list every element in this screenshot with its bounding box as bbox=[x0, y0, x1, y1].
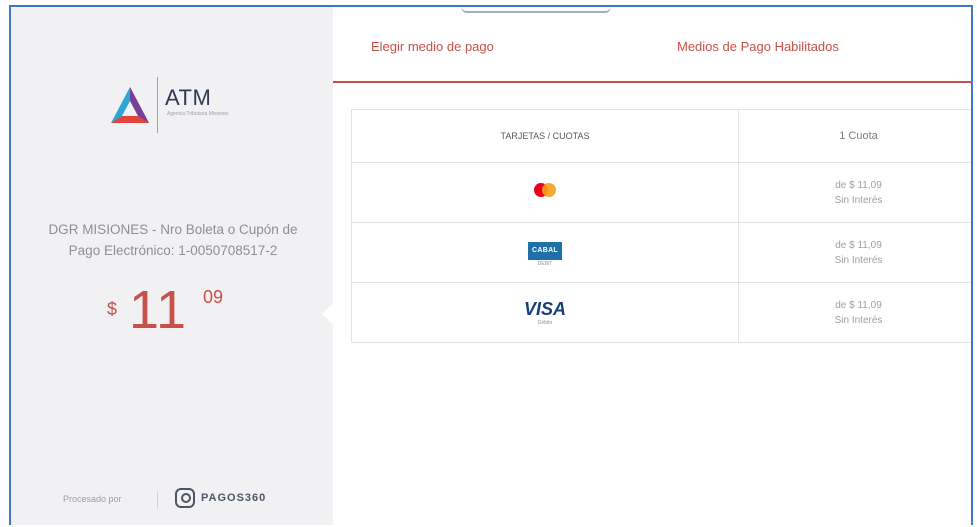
installment-cell: de $ 11,09 Sin Interés bbox=[738, 282, 971, 343]
installment-amount: de $ 11,09 bbox=[835, 239, 882, 251]
installment-amount: de $ 11,09 bbox=[835, 179, 882, 191]
installment-interest: Sin Interés bbox=[834, 254, 883, 266]
atm-logo: ATM Agencia Tributaria Misiones bbox=[109, 77, 249, 135]
cabal-sublabel: DEBIT bbox=[537, 260, 553, 267]
visa-sublabel: Débito bbox=[537, 319, 553, 326]
powered-by-divider bbox=[157, 491, 158, 509]
installment-cell: de $ 11,09 Sin Interés bbox=[738, 162, 971, 223]
payment-window: ATM Agencia Tributaria Misiones DGR MISI… bbox=[9, 5, 973, 525]
mastercard-icon bbox=[534, 183, 556, 197]
table-row[interactable]: VISA Débito de $ 11,09 Sin Interés bbox=[351, 282, 971, 343]
visa-icon: VISA bbox=[523, 298, 566, 319]
card-cell: CABAL DEBIT bbox=[351, 222, 739, 283]
payment-amount: $ 11 09 bbox=[107, 279, 257, 349]
cabal-icon: CABAL bbox=[528, 241, 562, 260]
installment-interest: Sin Interés bbox=[834, 194, 883, 206]
card-cell: VISA Débito bbox=[351, 282, 739, 343]
installment-amount: de $ 11,09 bbox=[835, 299, 882, 311]
tab-choose-payment-method[interactable]: Elegir medio de pago bbox=[371, 39, 494, 54]
card-cell bbox=[351, 162, 739, 223]
table-header-row: TARJETAS / CUOTAS 1 Cuota bbox=[351, 109, 971, 163]
header-one-installment: 1 Cuota bbox=[738, 109, 971, 163]
atm-logo-icon bbox=[111, 87, 149, 123]
powered-by-provider: PAGOS360 bbox=[201, 492, 267, 504]
installment-cell: de $ 11,09 Sin Interés bbox=[738, 222, 971, 283]
payment-summary-sidebar: ATM Agencia Tributaria Misiones DGR MISI… bbox=[11, 7, 333, 525]
header-cards-installments: TARJETAS / CUOTAS bbox=[351, 109, 739, 163]
table-row[interactable]: CABAL DEBIT de $ 11,09 Sin Interés bbox=[351, 222, 971, 283]
logo-divider bbox=[157, 77, 158, 133]
powered-by-label: Procesado por bbox=[63, 494, 122, 504]
amount-integer: 11 bbox=[129, 280, 188, 340]
amount-decimals: 09 bbox=[203, 287, 224, 307]
installments-table: TARJETAS / CUOTAS 1 Cuota de $ 11,09 Sin… bbox=[351, 109, 971, 343]
table-row[interactable]: de $ 11,09 Sin Interés bbox=[351, 162, 971, 223]
logo-text: ATM bbox=[165, 85, 212, 110]
powered-by: Procesado por PAGOS360 bbox=[63, 485, 303, 515]
tab-enabled-payment-methods[interactable]: Medios de Pago Habilitados bbox=[677, 39, 839, 54]
amount-currency: $ bbox=[107, 299, 118, 319]
pagos360-icon bbox=[175, 488, 195, 508]
payment-description: DGR MISIONES - Nro Boleta o Cupón de Pag… bbox=[48, 222, 298, 258]
payment-tabs: Elegir medio de pago Medios de Pago Habi… bbox=[333, 7, 971, 83]
logo-subtitle: Agencia Tributaria Misiones bbox=[167, 111, 229, 117]
installment-interest: Sin Interés bbox=[834, 314, 883, 326]
